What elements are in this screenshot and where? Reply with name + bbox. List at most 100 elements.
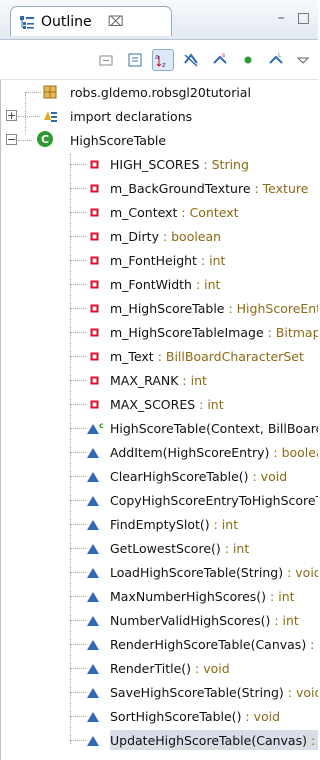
private-field-icon [88, 181, 102, 198]
outline-tab[interactable]: Outline ⌧ [10, 6, 172, 36]
member-type: : void [283, 564, 318, 580]
member-name: m_Dirty [110, 228, 159, 244]
tree-row-member[interactable]: m_HighScoreTableImage : Bitmap [0, 320, 318, 344]
member-label: RenderTitle() : void [110, 658, 234, 678]
outline-tree: robs.gldemo.robsgl20tutorial + import de… [0, 80, 318, 760]
tree-row-member[interactable]: HIGH_SCORES : String [0, 152, 318, 176]
member-name: LoadHighScoreTable(String) [110, 564, 284, 580]
tree-row-member[interactable]: MAX_SCORES : int [0, 392, 318, 416]
hide-static-icon[interactable]: s [209, 49, 231, 71]
minimize-icon[interactable]: – [278, 10, 285, 26]
tree-row-class[interactable]: − C HighScoreTable [0, 128, 318, 152]
private-field-icon [88, 229, 102, 246]
tree-row-member[interactable]: MaxNumberHighScores() : int [0, 584, 318, 608]
tree-row-member[interactable]: c HighScoreTable(Context, BillBoardCharac… [0, 416, 318, 440]
tree-row-member[interactable]: GetLowestScore() : int [0, 536, 318, 560]
member-name: HIGH_SCORES [110, 156, 200, 172]
maximize-icon[interactable]: □ [297, 10, 310, 26]
tree-row-member[interactable]: m_Text : BillBoardCharacterSet [0, 344, 318, 368]
tree-row-member[interactable]: RenderTitle() : void [0, 656, 318, 680]
public-method-icon [86, 565, 106, 584]
member-name: AddItem(HighScoreEntry) [110, 444, 270, 460]
member-label: UpdateHighScoreTable(Canvas) : void [110, 730, 318, 750]
imports-label: import declarations [70, 108, 193, 124]
tree-row-member[interactable]: FindEmptySlot() : int [0, 512, 318, 536]
private-field-icon [88, 277, 102, 294]
tree-row-member[interactable]: AddItem(HighScoreEntry) : boolean [0, 440, 318, 464]
show-document-icon[interactable] [124, 49, 146, 71]
member-name: m_BackGroundTexture [110, 180, 251, 196]
public-method-icon [86, 685, 106, 704]
hide-fields-icon[interactable] [180, 49, 202, 71]
view-menu-icon[interactable] [292, 49, 314, 71]
sort-icon[interactable]: az [152, 49, 174, 71]
svg-text:s: s [222, 52, 225, 59]
outline-icon [19, 14, 35, 30]
tree-row-member[interactable]: m_FontHeight : int [0, 248, 318, 272]
member-name: CopyHighScoreEntryToHighScoreTable(int, … [110, 492, 318, 508]
svg-text:c: c [99, 421, 104, 430]
member-label: m_HighScoreTableImage : Bitmap [110, 322, 318, 342]
member-type: : int [220, 540, 250, 556]
member-name: UpdateHighScoreTable(Canvas) [110, 732, 307, 748]
private-field-icon [88, 349, 102, 366]
tree-row-member[interactable]: LoadHighScoreTable(String) : void [0, 560, 318, 584]
tree-row-package[interactable]: robs.gldemo.robsgl20tutorial [0, 80, 318, 104]
member-label: ClearHighScoreTable() : void [110, 466, 291, 486]
member-name: GetLowestScore() [110, 540, 221, 556]
tree-row-member[interactable]: SortHighScoreTable() : void [0, 704, 318, 728]
hide-local-types-icon[interactable]: L [265, 49, 287, 71]
public-method-icon [86, 613, 106, 632]
tree-row-member[interactable]: m_Dirty : boolean [0, 224, 318, 248]
package-label: robs.gldemo.robsgl20tutorial [70, 84, 251, 100]
collapse-all-icon[interactable] [95, 49, 117, 71]
member-name: SaveHighScoreTable(String) [110, 684, 284, 700]
class-label: HighScoreTable [70, 132, 167, 148]
member-type: : Bitmap [263, 324, 318, 340]
tree-row-member[interactable]: m_Context : Context [0, 200, 318, 224]
private-field-icon [88, 325, 102, 342]
hide-non-public-icon[interactable] [237, 49, 259, 71]
public-method-icon [86, 445, 106, 464]
private-field-icon [88, 373, 102, 390]
constructor-icon: c [86, 421, 106, 440]
member-type: : Context [177, 204, 239, 220]
tree-row-member[interactable]: RenderHighScoreTable(Canvas) : void [0, 632, 318, 656]
member-type: : boolean [158, 228, 222, 244]
member-name: RenderHighScoreTable(Canvas) [110, 636, 307, 652]
tree-row-member[interactable]: CopyHighScoreEntryToHighScoreTable(int, … [0, 488, 318, 512]
member-type: : void [310, 732, 316, 748]
collapse-icon[interactable]: − [6, 134, 17, 145]
member-name: FindEmptySlot() [110, 516, 210, 532]
member-name: SortHighScoreTable() [110, 708, 242, 724]
member-name: m_Text [110, 348, 154, 364]
member-type: : void [310, 636, 315, 652]
tree-row-member[interactable]: NumberValidHighScores() : int [0, 608, 318, 632]
expand-icon[interactable]: + [6, 110, 17, 121]
tree-row-member[interactable]: SaveHighScoreTable(String) : void [0, 680, 318, 704]
close-icon[interactable]: ⌧ [108, 14, 124, 30]
member-type: : BillBoardCharacterSet [153, 348, 304, 364]
tree-row-member[interactable]: MAX_RANK : int [0, 368, 318, 392]
member-name: NumberValidHighScores() [110, 612, 271, 628]
member-label: HighScoreTable(Context, BillBoardCharact… [110, 418, 318, 438]
member-label: MAX_RANK : int [110, 370, 211, 390]
member-type: : int [209, 516, 239, 532]
member-label: MAX_SCORES : int [110, 394, 228, 414]
member-name: RenderTitle() [110, 660, 192, 676]
package-icon [42, 84, 58, 103]
tree-row-member[interactable]: UpdateHighScoreTable(Canvas) : void [0, 728, 318, 752]
tree-row-member[interactable]: m_HighScoreTable : HighScoreEntry[] [0, 296, 318, 320]
svg-text:L: L [278, 52, 282, 59]
tree-row-member[interactable]: m_BackGroundTexture : Texture [0, 176, 318, 200]
tree-row-imports[interactable]: + import declarations [0, 104, 318, 128]
member-name: m_HighScoreTableImage [110, 324, 264, 340]
svg-text:z: z [162, 61, 166, 69]
member-type: : void [191, 660, 230, 676]
tree-row-member[interactable]: m_FontWidth : int [0, 272, 318, 296]
member-name: m_FontWidth [110, 276, 192, 292]
member-type: : int [195, 396, 224, 412]
public-method-icon [86, 637, 106, 656]
tree-row-member[interactable]: ClearHighScoreTable() : void [0, 464, 318, 488]
member-label: LoadHighScoreTable(String) : void [110, 562, 318, 582]
